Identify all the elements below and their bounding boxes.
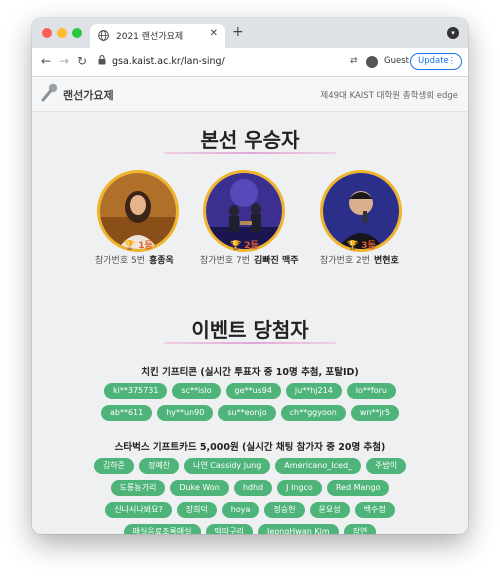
winner-rank-2: 🏆 2등 [230,241,259,251]
globe-icon [98,30,109,41]
winner-info-3: 참가번호 2번 변현호 [320,256,399,266]
winner-chip: J Ingco [277,480,322,496]
winner-chip: sc**islo [172,383,221,399]
plus-icon[interactable]: + [232,24,244,40]
winner-chip: su**eonjo [218,405,276,421]
winner-chip: ki**375731 [104,383,168,399]
site-title[interactable]: 랜선가요제 [63,87,114,103]
winner-name-2: 김빠진 맥주 [254,256,299,266]
winner-chip: hoya [221,502,260,518]
site-header: 랜선가요제 제49대 KAIST 대학원 총학생회 edge [32,77,468,112]
microphone-icon [41,83,58,102]
trophy-icon: 🏆 [230,241,242,251]
winner-chip: ju**hj214 [285,383,342,399]
starbucks-row-3: 신나시나봐요? 장희덕 hoya 정승헌 윤요성 백수정 [32,502,468,518]
winner-chip: Red Mango [326,480,390,496]
winner-chip: hy**un90 [157,405,214,421]
winner-chip: 신나시나봐요? [105,502,172,518]
starbucks-prize-title: 스타벅스 기프트카드 5,000원 (실시간 채팅 참가자 중 20명 추첨) [114,442,386,453]
chicken-row-2: ab**611 hy**un90 su**eonjo ch**ggyoon wn… [32,405,468,421]
page-content: 본선 우승자 🏆 1등 참가번호 5번 홍종옥 🏆 2등 참가번호 7번 김빠진… [32,112,468,534]
reload-icon[interactable]: ↻ [77,54,87,68]
forward-icon[interactable]: → [59,54,69,68]
address-bar[interactable]: gsa.kaist.ac.kr/lan-sing/ ⇄ ⌕ [96,52,396,72]
winner-chip: JeongHwan Kim [257,524,339,534]
events-heading: 이벤트 당첨자 [191,318,309,342]
heading-underline [164,152,336,154]
starbucks-row-2: 도롱뇽가리 Duke Won hdhd J Ingco Red Mango [32,480,468,496]
tab-title: 2021 랜선가요제 [116,32,184,42]
chicken-prize-title: 치킨 기프티콘 (실시간 투표자 중 10명 추첨, 포탈ID) [141,367,359,378]
update-button[interactable]: Update ⋮ [410,53,462,70]
winner-chip: hdhd [233,480,273,496]
winner-info-2: 참가번호 7번 김빠진 맥주 [200,256,299,266]
chicken-row-1: ki**375731 sc**islo ge**us94 ju**hj214 l… [32,383,468,399]
winner-info-1: 참가번호 5번 홍종옥 [95,256,174,266]
winner-chip: 매실음료조록매실 [123,524,201,534]
user-icon[interactable] [366,56,378,68]
winner-chip: ab**611 [100,405,153,421]
winner-name-1: 홍종옥 [149,256,174,266]
starbucks-row-1: 김하준 정예찬 나연 Cassidy Jung Americano_Iced_ … [32,458,468,474]
winner-name-3: 변현호 [374,256,399,266]
starbucks-row-4: 매실음료조록매실 떡따구리 JeongHwan Kim 장연 [32,524,468,534]
trophy-icon: 🏆 [124,241,136,251]
profile-label[interactable]: Guest [384,56,409,66]
heading-underline [164,342,336,344]
back-icon[interactable]: ← [41,54,51,68]
winner-chip: 주밤이 [366,458,407,474]
translate-icon[interactable]: ⇄ [350,56,358,66]
winner-chip: lo**foru [346,383,396,399]
winner-chip: Americano_Iced_ [275,458,362,474]
close-window-button[interactable] [42,28,52,38]
winner-chip: 장연 [343,524,377,534]
trophy-icon: 🏆 [347,241,359,251]
winner-rank-1: 🏆 1등 [124,241,153,251]
winner-chip: 정예찬 [138,458,180,474]
winner-rank-3: 🏆 3등 [347,241,376,251]
browser-toolbar: ← → ↻ gsa.kaist.ac.kr/lan-sing/ ⇄ ⌕ Gues… [32,48,468,77]
winner-chip: 도롱뇽가리 [110,480,166,496]
winner-chip: 윤요성 [309,502,350,518]
winner-chip: ch**ggyoon [280,405,346,421]
winner-chip: wn**jr5 [350,405,400,421]
minimize-window-button[interactable] [57,28,67,38]
tab-bar: 2021 랜선가요제 ✕ + ▾ [32,18,468,48]
winner-chip: 나연 Cassidy Jung [184,458,271,474]
close-icon[interactable]: ✕ [210,28,218,39]
winner-chip: 정승헌 [264,502,305,518]
winners-heading: 본선 우승자 [200,128,300,152]
tab-search-icon[interactable]: ▾ [447,27,459,39]
maximize-window-button[interactable] [72,28,82,38]
browser-window: 2021 랜선가요제 ✕ + ▾ ← → ↻ gsa.kaist.ac.kr/l… [32,18,468,534]
winner-chip: 장희덕 [176,502,217,518]
url-text: gsa.kaist.ac.kr/lan-sing/ [112,56,225,67]
update-label: Update [418,56,449,66]
browser-tab[interactable]: 2021 랜선가요제 ✕ [90,24,225,48]
winner-chip: 김하준 [93,458,134,474]
site-subtitle: 제49대 KAIST 대학원 총학생회 edge [320,91,458,101]
winner-chip: 백수정 [354,502,395,518]
more-icon[interactable]: ⋮ [448,54,457,69]
winner-chip: ge**us94 [225,383,281,399]
winner-chip: Duke Won [170,480,229,496]
winner-chip: 떡따구리 [205,524,253,534]
lock-icon [98,55,106,65]
